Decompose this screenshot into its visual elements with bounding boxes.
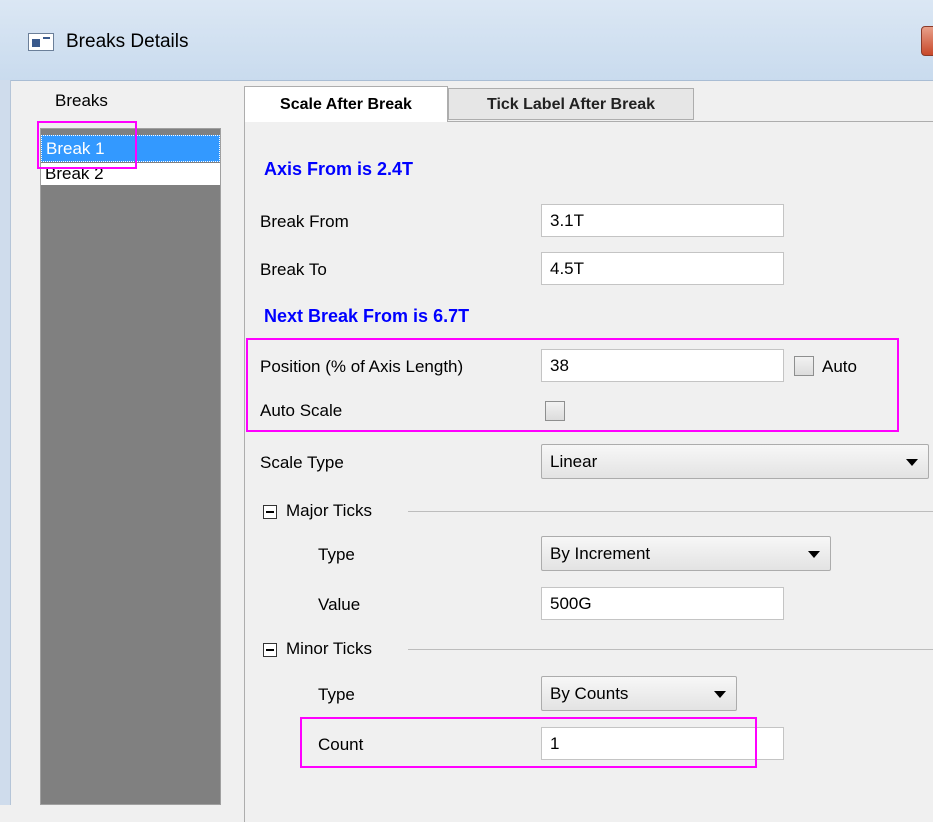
count-label: Count [318, 735, 364, 754]
breaks-label: Breaks [55, 91, 108, 110]
minor-type-value: By Counts [550, 684, 629, 703]
major-type-dropdown[interactable]: By Increment [541, 536, 831, 571]
tab-scale-after-break[interactable]: Scale After Break [244, 86, 448, 122]
scale-type-dropdown[interactable]: Linear [541, 444, 929, 479]
title-bar: Breaks Details [0, 0, 933, 81]
collapse-minor-ticks-icon[interactable] [263, 643, 277, 657]
chevron-down-icon [808, 551, 820, 558]
break-from-label: Break From [260, 212, 349, 231]
break-to-label: Break To [260, 260, 327, 279]
count-input[interactable]: 1 [541, 727, 784, 760]
auto-checkbox[interactable] [794, 356, 814, 376]
tab-tick-label-after-break[interactable]: Tick Label After Break [448, 88, 694, 120]
axis-from-heading: Axis From is 2.4T [264, 159, 414, 179]
position-input[interactable]: 38 [541, 349, 784, 382]
window-icon [28, 33, 54, 51]
chevron-down-icon [906, 459, 918, 466]
break-item-2[interactable]: Break 2 [41, 163, 220, 185]
major-ticks-divider [408, 511, 933, 512]
breaks-list[interactable]: Break 1 Break 2 [40, 128, 221, 805]
position-label: Position (% of Axis Length) [260, 357, 464, 376]
chevron-down-icon [714, 691, 726, 698]
minor-type-label: Type [318, 685, 355, 704]
close-button[interactable] [921, 26, 933, 56]
major-type-label: Type [318, 545, 355, 564]
collapse-major-ticks-icon[interactable] [263, 505, 277, 519]
break-to-input[interactable]: 4.5T [541, 252, 784, 285]
scale-type-value: Linear [550, 452, 598, 471]
break-from-input[interactable]: 3.1T [541, 204, 784, 237]
minor-type-dropdown[interactable]: By Counts [541, 676, 737, 711]
window-title: Breaks Details [66, 31, 189, 52]
next-break-heading: Next Break From is 6.7T [264, 306, 470, 326]
auto-scale-checkbox[interactable] [545, 401, 565, 421]
major-value-label: Value [318, 595, 361, 614]
scale-type-label: Scale Type [260, 453, 344, 472]
major-type-value: By Increment [550, 544, 651, 563]
auto-scale-label: Auto Scale [260, 401, 343, 420]
minor-ticks-title: Minor Ticks [286, 639, 372, 658]
auto-label: Auto [822, 357, 857, 376]
window-frame [0, 80, 11, 805]
major-value-input[interactable]: 500G [541, 587, 784, 620]
major-ticks-title: Major Ticks [286, 501, 372, 520]
minor-ticks-divider [408, 649, 933, 650]
break-item-1[interactable]: Break 1 [41, 135, 220, 162]
